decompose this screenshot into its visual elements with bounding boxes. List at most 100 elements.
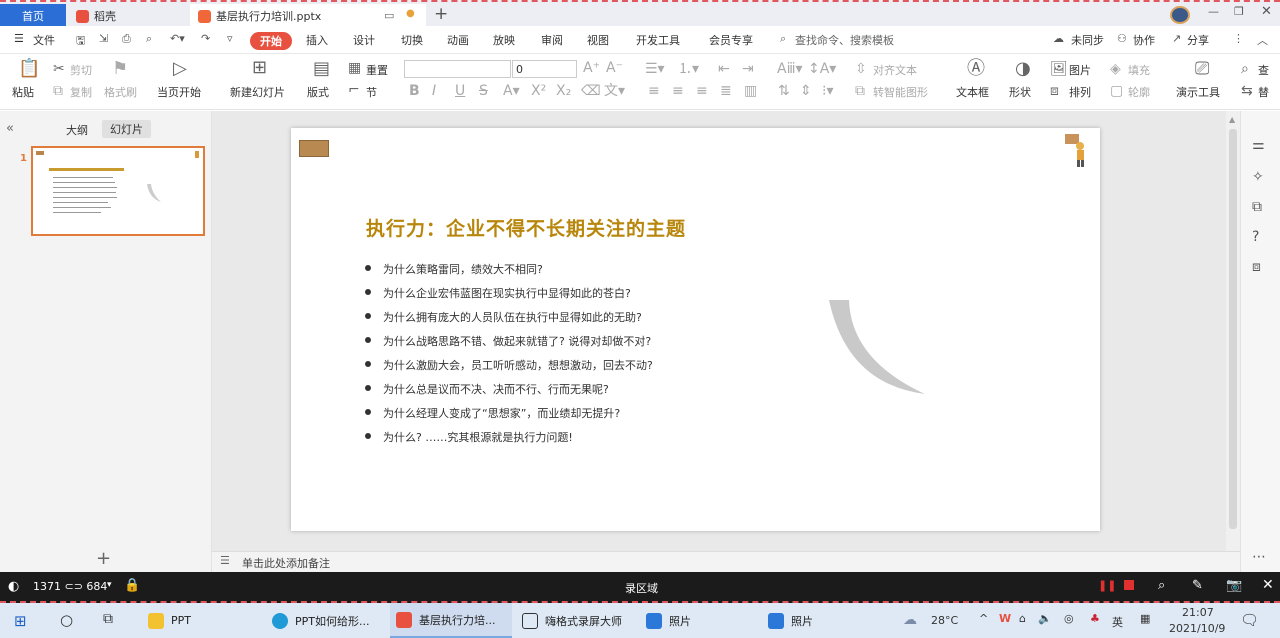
taskbar-item[interactable]: 基层执行力培... — [390, 603, 512, 638]
pen-icon[interactable]: ✎ — [1192, 578, 1203, 593]
arrange-button[interactable]: 排列 — [1069, 84, 1091, 100]
indent-increase-icon[interactable]: ⇥ — [742, 62, 754, 76]
animation-icon[interactable]: ✧ — [1252, 169, 1264, 185]
windows-start-icon[interactable]: ⊞ — [14, 612, 27, 630]
cut-button[interactable]: 剪切 — [70, 62, 92, 78]
strikethrough-icon[interactable]: S — [479, 84, 488, 98]
bullet-item[interactable]: 为什么总是议而不决、决而不行、行而无果呢? — [365, 381, 609, 397]
hamburger-icon[interactable]: ☰ — [14, 32, 24, 45]
font-shrink-icon[interactable]: A⁻ — [606, 61, 623, 75]
taskbar-item[interactable]: PPT如何给形... — [266, 603, 384, 638]
tab-slides[interactable]: 幻灯片 — [102, 120, 151, 138]
paragraph-spacing-icon[interactable]: ⇕ — [800, 84, 812, 98]
cortana-search-icon[interactable]: ○ — [60, 611, 73, 629]
camera-icon[interactable]: 📷 — [1226, 578, 1242, 593]
avatar[interactable] — [1170, 6, 1190, 24]
size-dropdown-icon[interactable]: ▾ — [107, 580, 112, 590]
bullet-item[interactable]: 为什么战略思路不错、做起来就错了? 说得对却做不对? — [364, 333, 651, 349]
notification-icon[interactable]: 🗨 — [1240, 611, 1259, 629]
bullet-item[interactable]: 为什么策略雷同，绩效大不相同? — [365, 261, 543, 277]
notes-bar[interactable]: ☰ 单击此处添加备注 — [212, 551, 1240, 572]
sidebar-more-icon[interactable]: ⋯ — [1252, 549, 1266, 565]
new-tab-icon[interactable]: + — [434, 4, 448, 24]
align-center-icon[interactable]: ≡ — [672, 84, 684, 98]
presentation-tools-button[interactable]: 演示工具 — [1176, 84, 1220, 100]
restore-icon[interactable]: ❐ — [1234, 5, 1244, 18]
bullet-item[interactable]: 为什么? ……究其根源就是执行力问题! — [365, 429, 573, 445]
backup-icon[interactable]: ⧈ — [1252, 259, 1261, 275]
shape-button[interactable]: 形状 — [1009, 84, 1031, 100]
save-icon[interactable]: 🖫 — [76, 32, 85, 51]
menu-insert[interactable]: 插入 — [306, 32, 328, 48]
tray-app-icon[interactable]: ◎ — [1064, 612, 1074, 625]
font-size-select[interactable]: 0 — [512, 60, 577, 78]
reset-button[interactable]: 重置 — [366, 62, 388, 78]
slide-thumbnail[interactable] — [31, 146, 205, 236]
help-icon[interactable]: ? — [1252, 229, 1259, 245]
column-icon[interactable]: ⇅ — [778, 84, 790, 98]
tab-outline[interactable]: 大纲 — [66, 122, 88, 138]
collab-button[interactable]: 协作 — [1133, 32, 1155, 48]
section-button[interactable]: 节 — [366, 84, 377, 100]
pause-icon[interactable]: ❚❚ — [1098, 579, 1116, 592]
export-icon[interactable]: ⇲ — [99, 32, 108, 45]
text-direction-icon[interactable]: Aⅲ▾ — [777, 62, 803, 76]
input-method-tray-icon[interactable]: ♣ — [1090, 612, 1100, 625]
taskbar-item[interactable]: 嗨格式录屏大师 — [516, 603, 638, 638]
menu-developer[interactable]: 开发工具 — [636, 32, 680, 48]
lock-icon[interactable]: 🔒 — [124, 578, 140, 593]
keyboard-icon[interactable]: ▦ — [1140, 612, 1150, 625]
menu-start[interactable]: 开始 — [250, 32, 292, 50]
print-preview-icon[interactable]: ⌕ — [146, 32, 152, 46]
add-slide-button[interactable]: + — [96, 548, 111, 569]
transition-icon[interactable]: ⧉ — [1252, 199, 1262, 215]
phonetic-icon[interactable]: 文▾ — [604, 84, 625, 98]
redo-icon[interactable]: ↷ — [201, 32, 210, 45]
outline-button[interactable]: 轮廓 — [1128, 84, 1150, 100]
collapse-ribbon-icon[interactable]: ︿ — [1257, 32, 1268, 48]
weather-icon[interactable]: ☁ — [903, 612, 917, 628]
find-button[interactable]: 查 — [1258, 62, 1269, 78]
window-icon[interactable]: ▭ — [384, 9, 394, 22]
numbered-list-icon[interactable]: ⒈▾ — [678, 62, 699, 76]
menu-animation[interactable]: 动画 — [447, 32, 469, 48]
menu-member[interactable]: 会员专享 — [709, 32, 753, 48]
menu-review[interactable]: 审阅 — [541, 32, 563, 48]
play-from-current-button[interactable]: 当页开始 — [157, 84, 201, 100]
ime-language[interactable]: 英 — [1112, 614, 1123, 630]
volume-icon[interactable]: 🔈 — [1038, 612, 1052, 625]
tab-daoke[interactable]: 稻壳 — [68, 4, 186, 28]
underline-icon[interactable]: U — [455, 84, 465, 98]
font-grow-icon[interactable]: A⁺ — [583, 61, 600, 75]
network-icon[interactable]: ⌂ — [1019, 612, 1026, 625]
taskbar-item[interactable]: 照片 — [640, 603, 758, 638]
picture-button[interactable]: 图片 — [1069, 62, 1091, 78]
superscript-icon[interactable]: X² — [531, 84, 546, 98]
menu-slideshow[interactable]: 放映 — [493, 32, 515, 48]
taskbar-item[interactable]: 照片 — [762, 603, 880, 638]
show-hidden-icons-icon[interactable]: ^ — [979, 612, 988, 625]
scroll-thumb[interactable] — [1229, 129, 1237, 529]
new-slide-button[interactable]: 新建幻灯片 — [230, 84, 285, 100]
paste-icon[interactable]: 📋 — [18, 60, 40, 78]
vertical-scrollbar[interactable]: ▲ — [1226, 111, 1240, 551]
slide-title[interactable]: 执行力：企业不得不长期关注的主题 — [366, 214, 686, 241]
menu-view[interactable]: 视图 — [587, 32, 609, 48]
undo-icon[interactable]: ↶▾ — [170, 32, 185, 45]
font-family-select[interactable] — [404, 60, 511, 78]
indent-decrease-icon[interactable]: ⇤ — [718, 62, 730, 76]
line-spacing-icon[interactable]: ↕A▾ — [808, 62, 836, 76]
paste-button[interactable]: 粘贴 — [12, 84, 34, 100]
italic-icon[interactable]: I — [432, 84, 436, 98]
align-right-icon[interactable]: ≡ — [696, 84, 708, 98]
fill-button[interactable]: 填充 — [1128, 62, 1150, 78]
align-left-icon[interactable]: ≡ — [648, 84, 660, 98]
share-button[interactable]: 分享 — [1187, 32, 1209, 48]
bullet-item[interactable]: 为什么经理人变成了“思想家”，而业绩却无提升? — [364, 405, 620, 421]
recorder-close-icon[interactable]: ✕ — [1262, 577, 1274, 593]
taskbar-item[interactable]: PPT — [142, 603, 262, 638]
menu-transition[interactable]: 切换 — [401, 32, 423, 48]
magnifier-icon[interactable]: ⌕ — [1158, 578, 1165, 593]
command-search-input[interactable]: 查找命令、搜索模板 — [795, 32, 894, 48]
distribute-icon[interactable]: ▥ — [744, 84, 757, 98]
